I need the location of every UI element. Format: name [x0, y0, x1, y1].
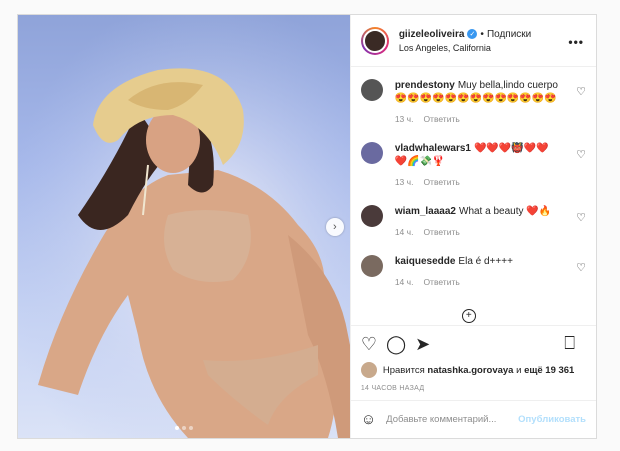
reply-button[interactable]: Ответить: [423, 177, 459, 187]
comment-item: vladwhalewars1 ❤️❤️❤️👹❤️❤️❤️🌈💸🦞 13 ч. Отве…: [360, 142, 586, 189]
carousel-dot: [188, 426, 193, 430]
commenter-username[interactable]: vladwhalewars1: [395, 143, 471, 154]
comment-time: 14 ч.: [394, 277, 414, 287]
post-header: giizeleoliveira ✓ • Подписки Los Angeles…: [350, 15, 596, 67]
comment-text: Ela é d++++: [458, 256, 513, 267]
more-options-icon[interactable]: •••: [568, 35, 584, 49]
like-comment-icon[interactable]: ♡: [576, 148, 586, 161]
commenter-avatar[interactable]: [360, 255, 383, 277]
post-sidebar: giizeleoliveira ✓ • Подписки Los Angeles…: [349, 15, 596, 438]
separator-dot: •: [480, 28, 484, 40]
post-location[interactable]: Los Angeles, California: [399, 43, 531, 53]
commenter-username[interactable]: wiam_laaaa2: [395, 206, 456, 217]
commenter-username[interactable]: kaiquesedde: [395, 256, 456, 267]
add-comment-bar: ☺ Опубликовать: [350, 400, 596, 438]
share-icon[interactable]: ➤: [415, 335, 430, 353]
emoji-icon[interactable]: ☺: [361, 411, 376, 428]
comment-item: kaiquesedde Ela é d++++ 14 ч. Ответить ♡: [360, 255, 586, 289]
photo-illustration: [18, 15, 350, 438]
follow-status-button[interactable]: Подписки: [487, 29, 531, 40]
carousel-dot: [181, 426, 186, 430]
comment-text: What a beauty ❤️🔥: [459, 206, 552, 217]
comment-time: 13 ч.: [394, 114, 414, 124]
publish-button[interactable]: Опубликовать: [518, 414, 586, 425]
reply-button[interactable]: Ответить: [423, 227, 459, 237]
bookmark-icon[interactable]: ⎕: [564, 334, 575, 352]
comment-time: 14 ч.: [394, 227, 414, 237]
likes-prefix: Нравится: [382, 364, 425, 376]
like-comment-icon[interactable]: ♡: [576, 211, 586, 224]
like-comment-icon[interactable]: ♡: [576, 85, 586, 98]
carousel-dot: [174, 426, 179, 430]
load-more-comments-icon[interactable]: +: [461, 309, 476, 323]
post-actions: ♡ ◯ ➤ ⎕: [350, 325, 596, 361]
instagram-post: › giizeleoliveira ✓ • Подписки Los Angel…: [17, 14, 597, 439]
like-icon[interactable]: ♡: [361, 335, 377, 353]
next-photo-button[interactable]: ›: [325, 218, 344, 236]
commenter-avatar[interactable]: [360, 142, 383, 164]
comment-item: wiam_laaaa2 What a beauty ❤️🔥 14 ч. Ответи…: [360, 205, 586, 239]
comment-time: 13 ч.: [394, 177, 414, 187]
comment-input[interactable]: [386, 414, 519, 425]
author-avatar[interactable]: [360, 26, 389, 55]
liker-username[interactable]: natashka.gorovaya: [427, 365, 513, 376]
liker-avatar[interactable]: [360, 362, 377, 378]
like-comment-icon[interactable]: ♡: [576, 261, 586, 274]
likes-summary: Нравится natashka.gorovaya и ещё 19 361: [351, 361, 596, 379]
author-username[interactable]: giizeleoliveira: [399, 29, 465, 40]
likes-count[interactable]: ещё 19 361: [524, 365, 574, 376]
comments-list: prendestony Muy bella,lindo cuerpo😍😍😍😍😍😍😍…: [351, 67, 596, 325]
commenter-username[interactable]: prendestony: [395, 80, 455, 91]
reply-button[interactable]: Ответить: [423, 114, 459, 124]
commenter-avatar[interactable]: [360, 205, 383, 227]
chevron-right-icon: ›: [332, 221, 337, 233]
comment-icon[interactable]: ◯: [386, 335, 406, 353]
post-image[interactable]: ›: [18, 15, 350, 438]
post-timestamp[interactable]: 14 ЧАСОВ НАЗАД: [351, 379, 596, 400]
carousel-indicator: [174, 426, 193, 430]
verified-badge-icon: ✓: [467, 29, 478, 39]
comment-item: prendestony Muy bella,lindo cuerpo😍😍😍😍😍😍😍…: [360, 79, 586, 126]
likes-and: и: [516, 364, 522, 376]
reply-button[interactable]: Ответить: [423, 277, 459, 287]
commenter-avatar[interactable]: [360, 79, 383, 101]
